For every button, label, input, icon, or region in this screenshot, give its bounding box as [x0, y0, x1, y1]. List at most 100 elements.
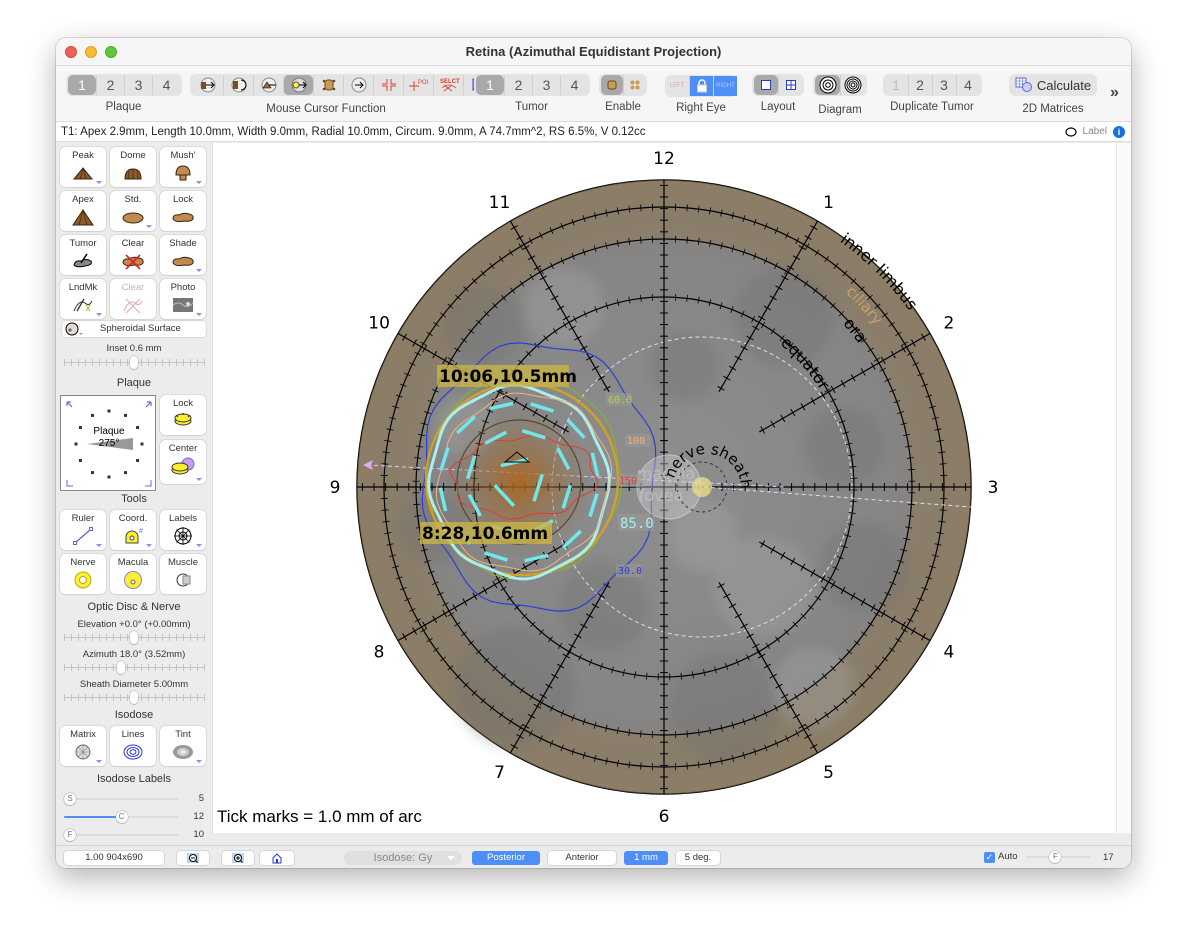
- enable-multi-button[interactable]: [623, 75, 645, 95]
- font-size-slider[interactable]: F: [1026, 851, 1090, 863]
- tool-button-label: Tint: [175, 729, 191, 740]
- plaque-1-button[interactable]: 1: [68, 75, 96, 95]
- auto-checkbox[interactable]: ✓: [984, 852, 995, 863]
- ruler-tool-button[interactable]: Ruler: [60, 510, 106, 550]
- layout-group: Layout: [748, 74, 808, 113]
- left-eye-button[interactable]: LEFT: [665, 76, 689, 96]
- muscle-tool-button[interactable]: Muscle: [160, 554, 206, 594]
- move-plaque-tool[interactable]: [193, 75, 223, 95]
- elevation-slider[interactable]: [64, 631, 205, 644]
- tumor-4-button[interactable]: 4: [560, 75, 588, 95]
- slider-knob[interactable]: [116, 661, 125, 674]
- zoom-readout[interactable]: 1.00 904x690: [64, 851, 164, 865]
- poi-tool[interactable]: POI: [403, 75, 433, 95]
- coord-tool-button[interactable]: Coord. #: [110, 510, 156, 550]
- isodose-label-slider-c[interactable]: C: [64, 811, 179, 823]
- photo-tool-button[interactable]: Photo: [160, 279, 206, 319]
- duplicate-2-button[interactable]: 2: [907, 75, 932, 95]
- sheath-slider[interactable]: [64, 691, 205, 704]
- tumor-tool-button[interactable]: Tumor: [60, 235, 106, 275]
- close-window-button[interactable]: [65, 46, 77, 58]
- labels-tool-button[interactable]: Labels: [160, 510, 206, 550]
- diagram-dense-rings-button[interactable]: [840, 75, 865, 95]
- macula-tool-button[interactable]: Macula: [110, 554, 156, 594]
- grid-mm-button[interactable]: 1 mm: [624, 851, 668, 865]
- plaque-lock-button[interactable]: Lock: [160, 395, 206, 435]
- menu-indicator-icon: [146, 225, 152, 228]
- plaque-2-button[interactable]: 2: [96, 75, 124, 95]
- rotate-plaque-tool[interactable]: [223, 75, 253, 95]
- resize-plaque-tool[interactable]: [313, 75, 343, 95]
- duplicate-4-button[interactable]: 4: [955, 75, 980, 95]
- dome-tool-button[interactable]: Dome: [110, 147, 156, 187]
- select-icon: SELCT: [440, 79, 460, 92]
- retina-diagram-canvas[interactable]: 12 1 2 3 4 5 6 7 8 9 10 11 inner limbus ciliary ora equ…: [212, 143, 1116, 833]
- slider-knob[interactable]: F: [64, 829, 76, 841]
- info-button[interactable]: i: [1113, 126, 1125, 138]
- move-point-tool[interactable]: [283, 75, 313, 95]
- zoom-in-button[interactable]: [222, 851, 254, 865]
- lndmk-tool-button[interactable]: LndMk: [60, 279, 106, 319]
- retina-diagram[interactable]: 121234567891011inner limbusciliaryoraequ…: [213, 143, 1117, 833]
- label-toggle-icon[interactable]: [1064, 127, 1077, 137]
- lock-tool-button[interactable]: Lock: [160, 191, 206, 231]
- minimize-window-button[interactable]: [85, 46, 97, 58]
- eye-lock-button[interactable]: [689, 76, 713, 96]
- posterior-view-button[interactable]: Posterior: [472, 851, 540, 865]
- enable-group: Enable: [598, 74, 648, 113]
- isodose-label-slider-s[interactable]: S: [64, 793, 179, 805]
- slider-knob[interactable]: [130, 691, 138, 704]
- nerve-tool-button[interactable]: Nerve: [60, 554, 106, 594]
- slider-knob[interactable]: S: [64, 793, 76, 805]
- elevation-label: Elevation +0.0° (+0.00mm): [77, 619, 191, 630]
- plaque-center-button[interactable]: Center: [160, 440, 206, 484]
- std-tool-button[interactable]: Std.: [110, 191, 156, 231]
- plaque-rotation-dial[interactable]: Plaque 275°: [60, 395, 156, 491]
- diagram-rings-button[interactable]: [815, 75, 840, 95]
- tumor-1-button[interactable]: 1: [476, 75, 504, 95]
- move-tumor-tool[interactable]: [253, 75, 283, 95]
- isodose-label-slider-f[interactable]: F: [64, 829, 179, 841]
- anterior-view-button[interactable]: Anterior: [548, 851, 616, 865]
- slider-knob[interactable]: C: [115, 811, 128, 823]
- crosshair-tool[interactable]: [373, 75, 403, 95]
- home-view-button[interactable]: [260, 851, 294, 865]
- single-view-icon: [761, 80, 771, 90]
- clear-tool-button[interactable]: Clear: [110, 235, 156, 275]
- slider-knob[interactable]: [130, 631, 138, 644]
- isodose-unit-select[interactable]: Isodose: Gy: [344, 851, 462, 865]
- tint-tool-button[interactable]: Tint: [160, 726, 206, 766]
- right-eye-button[interactable]: RIGHT: [713, 76, 737, 96]
- tumor-2-button[interactable]: 2: [504, 75, 532, 95]
- peak-tool-button[interactable]: Peak: [60, 147, 106, 187]
- mush-tool-button[interactable]: Mush': [160, 147, 206, 187]
- font-size-knob[interactable]: F: [1049, 851, 1062, 863]
- zoom-in-icon: [232, 853, 244, 863]
- label-toggle[interactable]: Label: [1083, 122, 1107, 142]
- lines-tool-button[interactable]: Lines: [110, 726, 156, 766]
- clear-tool-button[interactable]: Clear: [110, 279, 156, 319]
- zoom-window-button[interactable]: [105, 46, 117, 58]
- matrix-tool-button[interactable]: Matrix: [60, 726, 106, 766]
- tumor-3-button[interactable]: 3: [532, 75, 560, 95]
- toolbar-overflow-button[interactable]: »: [1110, 84, 1119, 102]
- quad-layout-button[interactable]: [778, 75, 802, 95]
- zoom-out-button[interactable]: [177, 851, 209, 865]
- inset-slider[interactable]: [64, 356, 205, 369]
- select-tool[interactable]: SELCT: [433, 75, 463, 95]
- single-layout-button[interactable]: [754, 75, 778, 95]
- apex-tool-button[interactable]: Apex: [60, 191, 106, 231]
- slider-knob[interactable]: [130, 356, 138, 369]
- duplicate-1-button[interactable]: 1: [885, 75, 908, 95]
- shade-tool-button[interactable]: Shade: [160, 235, 206, 275]
- surface-button[interactable]: Spheroidal Surface: [62, 321, 206, 337]
- azimuth-slider[interactable]: [64, 661, 205, 674]
- plaque-4-button[interactable]: 4: [152, 75, 180, 95]
- duplicate-3-button[interactable]: 3: [931, 75, 956, 95]
- clock-hour-label: 1: [823, 193, 834, 213]
- calculate-button[interactable]: Calculate: [1008, 74, 1098, 96]
- move-view-tool[interactable]: [343, 75, 373, 95]
- plaque-3-button[interactable]: 3: [124, 75, 152, 95]
- enable-single-button[interactable]: [601, 75, 623, 95]
- grid-deg-button[interactable]: 5 deg.: [676, 851, 720, 865]
